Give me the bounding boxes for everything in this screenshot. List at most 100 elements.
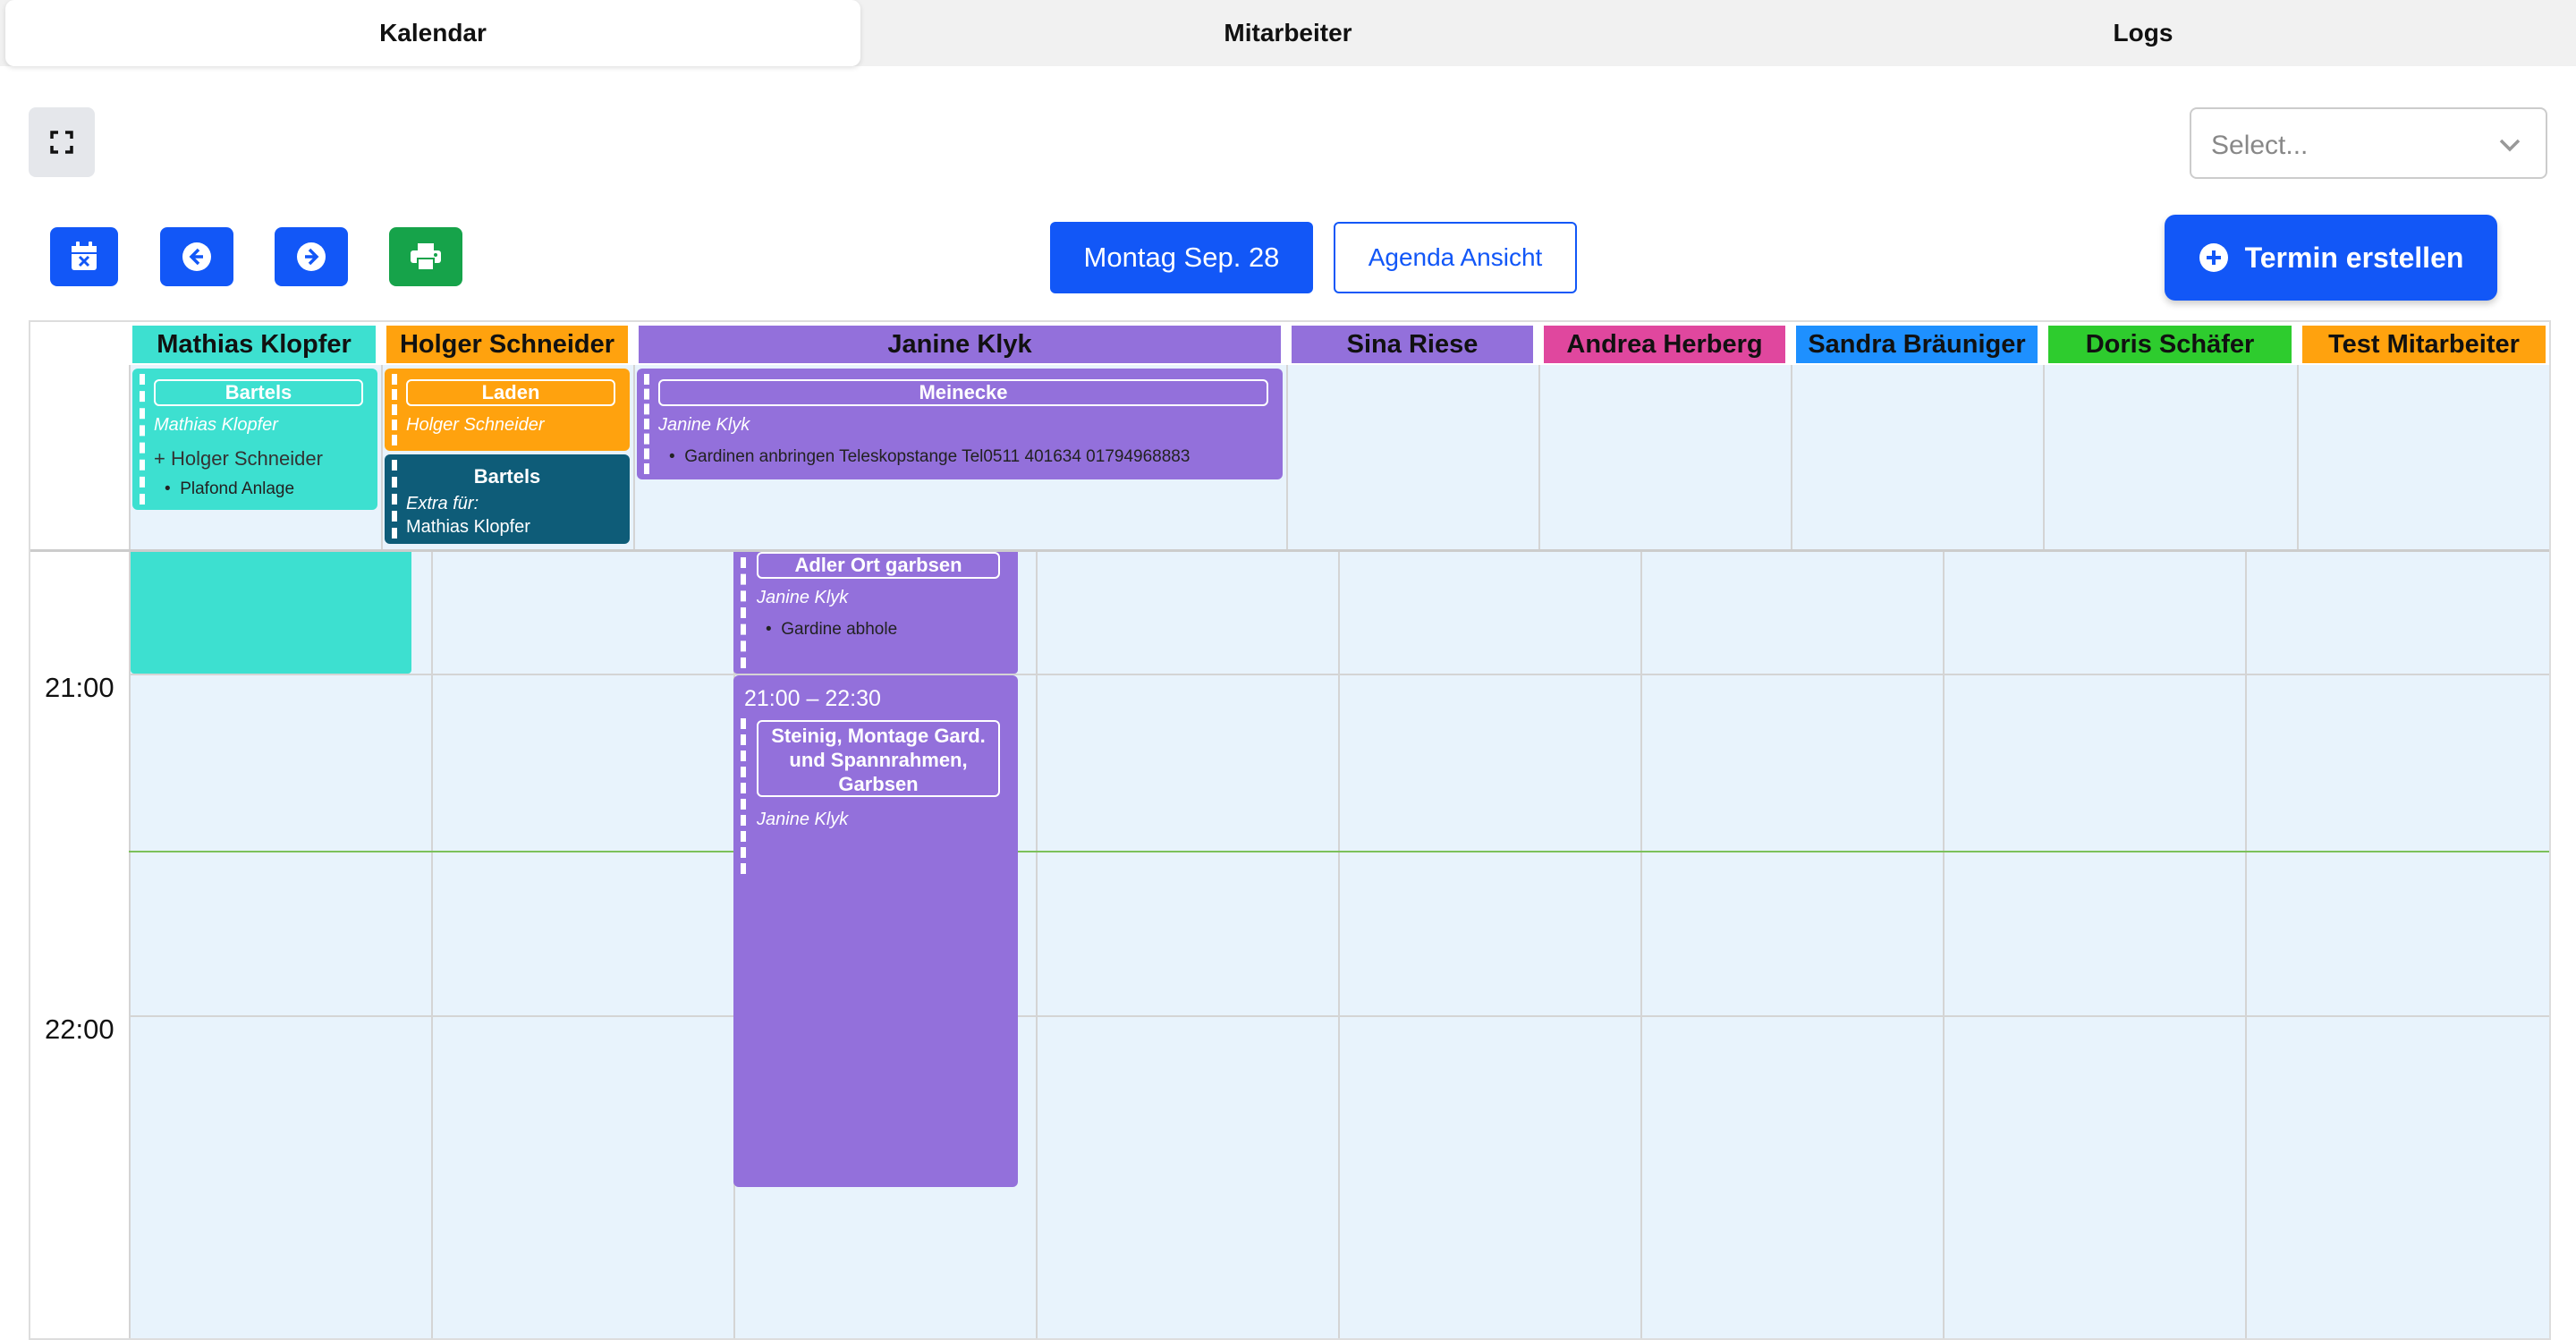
event-item: • Gardine abhole xyxy=(766,620,898,639)
event-stripe xyxy=(644,374,649,474)
create-appointment-label: Termin erstellen xyxy=(2244,241,2464,274)
resource-name: Doris Schäfer xyxy=(2085,329,2255,359)
current-date-label: Montag Sep. 28 xyxy=(1083,242,1280,273)
event-title: Meinecke xyxy=(658,379,1268,406)
resource-header-sina: Sina Riese xyxy=(1292,326,1533,363)
event-item: • Gardinen anbringen Teleskopstange Tel0… xyxy=(669,447,1191,466)
resource-name: Andrea Herberg xyxy=(1566,329,1763,359)
tab-mitarbeiter[interactable]: Mitarbeiter xyxy=(860,0,1716,66)
allday-event-bartels[interactable]: Bartels Mathias Klopfer + Holger Schneid… xyxy=(132,369,377,510)
event-title: Laden xyxy=(406,379,615,406)
tab-label: Logs xyxy=(2113,19,2174,47)
slot-column[interactable] xyxy=(431,552,733,1338)
event-stripe xyxy=(392,374,397,445)
chevron-down-icon xyxy=(2499,139,2521,152)
event-person: Mathias Klopfer xyxy=(154,415,278,435)
allday-event-bartels-extra[interactable]: Bartels Extra für: Mathias Klopfer xyxy=(385,454,630,544)
allday-event-laden[interactable]: Laden Holger Schneider xyxy=(385,369,630,451)
event-extra-name: Mathias Klopfer xyxy=(406,517,530,537)
event-bartels-continued[interactable] xyxy=(131,552,411,674)
event-extra-person: + Holger Schneider xyxy=(154,447,323,470)
slot-column[interactable] xyxy=(1338,552,1640,1338)
select-placeholder: Select... xyxy=(2211,131,2309,160)
event-item-text: Gardinen anbringen Teleskopstange Tel051… xyxy=(684,447,1191,466)
resource-header-mathias: Mathias Klopfer xyxy=(132,326,376,363)
prev-button[interactable] xyxy=(160,227,233,286)
resource-header-sandra: Sandra Bräuniger xyxy=(1796,326,2038,363)
event-title: Steinig, Montage Gard. und Spannrahmen, … xyxy=(757,720,1000,797)
resource-name: Mathias Klopfer xyxy=(157,329,352,359)
tab-logs[interactable]: Logs xyxy=(1716,0,2571,66)
resource-header-row: Mathias Klopfer Holger Schneider Janine … xyxy=(30,322,2549,365)
agenda-view-button[interactable]: Agenda Ansicht xyxy=(1334,222,1577,293)
event-title-line: und Spannrahmen, xyxy=(789,749,968,771)
allday-event-meinecke[interactable]: Meinecke Janine Klyk • Gardinen anbringe… xyxy=(637,369,1283,479)
current-time-indicator xyxy=(129,851,2549,852)
time-label: 22:00 xyxy=(45,1013,114,1045)
resource-name: Janine Klyk xyxy=(887,329,1032,359)
event-title: Bartels xyxy=(473,465,541,488)
time-grid: 21:00 22:00 Adler Ort garbsen Janine Kly… xyxy=(30,549,2549,1338)
hour-line xyxy=(129,674,2549,675)
today-button[interactable] xyxy=(50,227,118,286)
event-item-text: Plafond Anlage xyxy=(180,479,295,498)
slot-column[interactable] xyxy=(1640,552,1943,1338)
fullscreen-icon xyxy=(50,131,73,154)
slot-column[interactable] xyxy=(1036,552,1338,1338)
all-day-cell[interactable] xyxy=(2043,365,2297,549)
resource-header-doris: Doris Schäfer xyxy=(2048,326,2292,363)
tab-label: Mitarbeiter xyxy=(1224,19,1352,47)
event-title-line: Garbsen xyxy=(838,773,919,795)
event-steinig-montage[interactable]: 21:00 – 22:30 Steinig, Montage Gard. und… xyxy=(733,675,1018,1187)
event-title: Bartels xyxy=(154,379,363,406)
all-day-cell[interactable] xyxy=(1538,365,1791,549)
all-day-cell[interactable] xyxy=(1286,365,1538,549)
plus-circle-icon xyxy=(2199,243,2228,272)
event-person: Janine Klyk xyxy=(757,810,849,829)
resource-header-andrea: Andrea Herberg xyxy=(1544,326,1785,363)
resource-name: Sina Riese xyxy=(1346,329,1479,359)
arrow-right-circle-icon xyxy=(297,242,326,271)
tab-kalendar[interactable]: Kalendar xyxy=(5,0,860,66)
time-gutter: 21:00 22:00 xyxy=(30,552,129,1338)
event-title: Adler Ort garbsen xyxy=(757,552,1000,579)
event-stripe xyxy=(741,718,746,874)
create-appointment-button[interactable]: Termin erstellen xyxy=(2165,215,2497,301)
event-time: 21:00 – 22:30 xyxy=(744,686,881,711)
slot-column[interactable] xyxy=(1943,552,2245,1338)
event-person: Janine Klyk xyxy=(658,415,750,435)
event-person: Holger Schneider xyxy=(406,415,545,435)
employee-select[interactable]: Select... xyxy=(2190,107,2547,179)
resource-header-janine: Janine Klyk xyxy=(639,326,1281,363)
event-item-text: Gardine abhole xyxy=(781,620,898,639)
time-label: 21:00 xyxy=(45,672,114,703)
resource-name: Sandra Bräuniger xyxy=(1808,329,2026,359)
tab-label: Kalendar xyxy=(379,19,487,47)
slot-column[interactable] xyxy=(2245,552,2549,1338)
all-day-cell[interactable] xyxy=(1791,365,2043,549)
event-adler-ort-garbsen[interactable]: Adler Ort garbsen Janine Klyk • Gardine … xyxy=(733,552,1018,674)
resource-header-holger: Holger Schneider xyxy=(386,326,628,363)
current-date-button[interactable]: Montag Sep. 28 xyxy=(1050,222,1313,293)
printer-icon xyxy=(411,243,441,271)
event-stripe xyxy=(741,557,746,668)
event-person: Janine Klyk xyxy=(757,588,849,607)
resource-name: Holger Schneider xyxy=(399,329,615,359)
event-title-line: Steinig, Montage Gard. xyxy=(771,725,986,747)
fullscreen-button[interactable] xyxy=(29,107,95,177)
print-button[interactable] xyxy=(389,227,462,286)
hour-line xyxy=(129,1015,2549,1017)
resource-header-test: Test Mitarbeiter xyxy=(2302,326,2546,363)
all-day-cell[interactable] xyxy=(2297,365,2549,549)
event-item: • Plafond Anlage xyxy=(165,479,295,498)
all-day-row: Bartels Mathias Klopfer + Holger Schneid… xyxy=(30,365,2549,549)
calendar-x-icon xyxy=(72,242,97,270)
agenda-view-label: Agenda Ansicht xyxy=(1368,243,1543,271)
event-stripe xyxy=(140,374,145,505)
next-button[interactable] xyxy=(275,227,348,286)
calendar: Mathias Klopfer Holger Schneider Janine … xyxy=(29,320,2551,1340)
resource-name: Test Mitarbeiter xyxy=(2328,329,2520,359)
app-root: Kalendar Mitarbeiter Logs Select... Mont… xyxy=(0,0,2576,1340)
event-extra-label: Extra für: xyxy=(406,494,479,513)
arrow-left-circle-icon xyxy=(182,242,211,271)
